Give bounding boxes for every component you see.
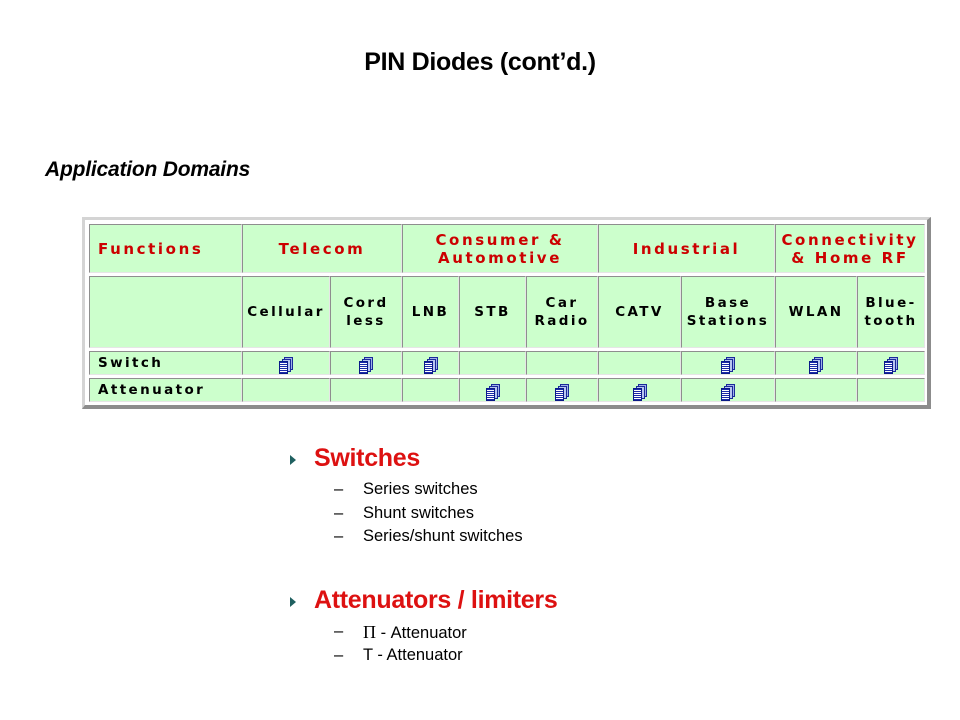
column-base-stations: Base Stations (681, 276, 775, 348)
sub-item-text: T - Attenuator (363, 646, 463, 664)
document-stack-icon (423, 357, 438, 374)
dash-icon: – (334, 622, 344, 640)
pi-attenuator-text: - Attenuator (376, 624, 467, 642)
column-cellular: Cellular (242, 276, 330, 348)
slide-title: PIN Diodes (cont’d.) (364, 48, 596, 76)
header-telecom-label: Telecom (278, 239, 366, 258)
application-domains-table: Functions Telecom Consumer & Automotive … (82, 217, 931, 409)
column-wlan: WLAN (775, 276, 857, 348)
triangle-bullet-icon (290, 597, 296, 607)
column-bluetooth: Blue- tooth (857, 276, 925, 348)
column-cordless-line2: less (346, 313, 386, 329)
column-bluetooth-line2: tooth (864, 313, 918, 329)
column-catv-label: CATV (615, 304, 664, 320)
header-connectivity-line1: Connectivity (781, 230, 919, 249)
bullet-switches-label: Switches (314, 444, 420, 472)
document-stack-icon (632, 384, 647, 401)
column-lnb: LNB (402, 276, 459, 348)
cell-switch-catv (598, 351, 681, 375)
cell-attenuator-base-stations (681, 378, 775, 402)
cell-attenuator-catv (598, 378, 681, 402)
header-industrial-label: Industrial (632, 239, 741, 258)
document-stack-icon (721, 357, 735, 374)
sub-item-text: Series switches (363, 480, 478, 498)
cell-switch-cellular (242, 351, 330, 375)
cell-attenuator-cordless (330, 378, 402, 402)
dash-icon: – (334, 504, 344, 522)
sub-item-text: Π - Attenuator (363, 622, 467, 643)
header-connectivity-line2: & Home RF (791, 248, 909, 267)
column-catv: CATV (598, 276, 681, 348)
header-functions: Functions (89, 224, 242, 273)
section-subtitle: Application Domains (45, 158, 251, 181)
column-cellular-label: Cellular (247, 304, 325, 320)
dash-icon: – (334, 646, 344, 664)
document-stack-icon (721, 384, 735, 401)
cell-switch-wlan (775, 351, 857, 375)
cell-switch-cordless (330, 351, 402, 375)
header-consumer-line2: Automotive (438, 248, 562, 267)
cell-switch-base-stations (681, 351, 775, 375)
row-label-switch: Switch (89, 351, 242, 375)
document-stack-icon (279, 357, 293, 374)
header-consumer-automotive: Consumer & Automotive (402, 224, 598, 273)
column-wlan-label: WLAN (788, 304, 844, 320)
document-stack-icon (359, 357, 373, 374)
header-consumer-line1: Consumer & (435, 230, 565, 249)
column-cordless: Cord less (330, 276, 402, 348)
cell-attenuator-wlan (775, 378, 857, 402)
cell-switch-bluetooth (857, 351, 925, 375)
column-base-line2: Stations (686, 313, 770, 329)
document-stack-icon (555, 384, 569, 401)
cell-attenuator-lnb (402, 378, 459, 402)
header-telecom: Telecom (242, 224, 402, 273)
bullet-attenuators-label: Attenuators / limiters (314, 586, 558, 614)
document-stack-icon (809, 357, 823, 374)
cell-attenuator-bluetooth (857, 378, 925, 402)
cell-switch-stb (459, 351, 526, 375)
column-cordless-line1: Cord (343, 295, 389, 311)
column-car-radio: Car Radio (526, 276, 598, 348)
header-functions-label: Functions (98, 239, 204, 258)
column-bluetooth-line1: Blue- (865, 295, 917, 311)
cell-switch-lnb (402, 351, 459, 375)
column-car-radio-line1: Car (545, 295, 579, 311)
header-connectivity-home-rf: Connectivity & Home RF (775, 224, 925, 273)
document-stack-icon (884, 357, 898, 374)
column-lnb-label: LNB (411, 304, 450, 320)
document-stack-icon (485, 384, 500, 401)
header-industrial: Industrial (598, 224, 775, 273)
cell-attenuator-cellular (242, 378, 330, 402)
cell-attenuator-stb (459, 378, 526, 402)
column-base-line1: Base (704, 295, 752, 311)
header-blank (89, 276, 242, 348)
column-stb: STB (459, 276, 526, 348)
sub-item-text: Series/shunt switches (363, 527, 523, 545)
row-label-attenuator: Attenuator (89, 378, 242, 402)
dash-icon: – (334, 480, 344, 498)
triangle-bullet-icon (290, 455, 296, 465)
cell-switch-car-radio (526, 351, 598, 375)
pi-symbol: Π (363, 622, 376, 642)
dash-icon: – (334, 527, 344, 545)
column-stb-label: STB (474, 304, 511, 320)
cell-attenuator-car-radio (526, 378, 598, 402)
column-car-radio-line2: Radio (534, 313, 590, 329)
sub-item-text: Shunt switches (363, 504, 474, 522)
